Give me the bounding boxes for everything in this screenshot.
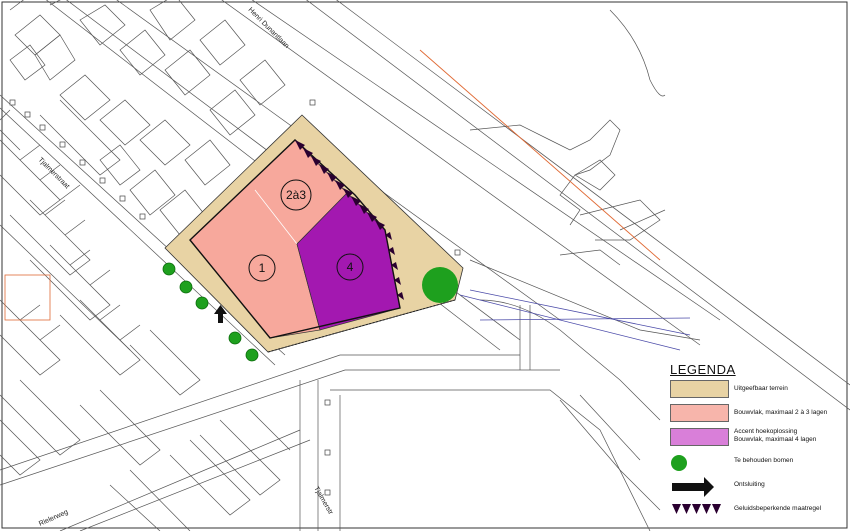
zone-4-label: 4 (347, 260, 354, 274)
site-plan-map: 1 2à3 4 Henri Dunantlaan Tjalmerstraat R… (0, 0, 850, 531)
legend-label-access: Ontsluiting (734, 481, 765, 488)
legend: LEGENDA Uitgeefbaar terrein Bouwvlak, ma… (668, 360, 846, 520)
bouwvlak-swatch (670, 404, 729, 422)
legend-label-terrain: Uitgeefbaar terrein (734, 385, 788, 392)
tree-icon (195, 296, 209, 310)
tree-icon (245, 348, 259, 362)
legend-title: LEGENDA (670, 362, 736, 377)
legend-item-noise: Geluidsbeperkende maatregel (668, 498, 846, 522)
legend-label-bouwvlak: Bouwvlak, maximaal 2 à 3 lagen (734, 409, 828, 416)
legend-label-accent-line1: Accent hoekoplossing (734, 428, 798, 435)
tree-icon (671, 455, 687, 471)
noise-barrier-icon (672, 504, 721, 514)
legend-label-noise: Geluidsbeperkende maatregel (734, 505, 822, 512)
zone-1-label: 1 (259, 261, 266, 275)
terrain-swatch (670, 380, 729, 398)
zone-2-label: 2à3 (286, 188, 306, 202)
large-tree-icon (422, 267, 458, 303)
legend-label-accent-line2: Bouwvlak, maximaal 4 lagen (734, 436, 817, 443)
arrow-icon (672, 477, 714, 497)
legend-label-trees: Te behouden bomen (734, 457, 794, 464)
tree-icon (228, 331, 242, 345)
tree-icon (162, 262, 176, 276)
legend-item-bouwvlak: Bouwvlak, maximaal 2 à 3 lagen (668, 402, 846, 426)
legend-item-trees: Te behouden bomen (668, 450, 846, 474)
legend-item-access: Ontsluiting (668, 474, 846, 498)
accent-swatch (670, 428, 729, 446)
tree-icon (179, 280, 193, 294)
legend-item-accent: Accent hoekoplossing Bouwvlak, maximaal … (668, 426, 846, 450)
legend-label-accent: Accent hoekoplossing Bouwvlak, maximaal … (734, 428, 816, 444)
legend-item-terrain: Uitgeefbaar terrein (668, 378, 846, 402)
